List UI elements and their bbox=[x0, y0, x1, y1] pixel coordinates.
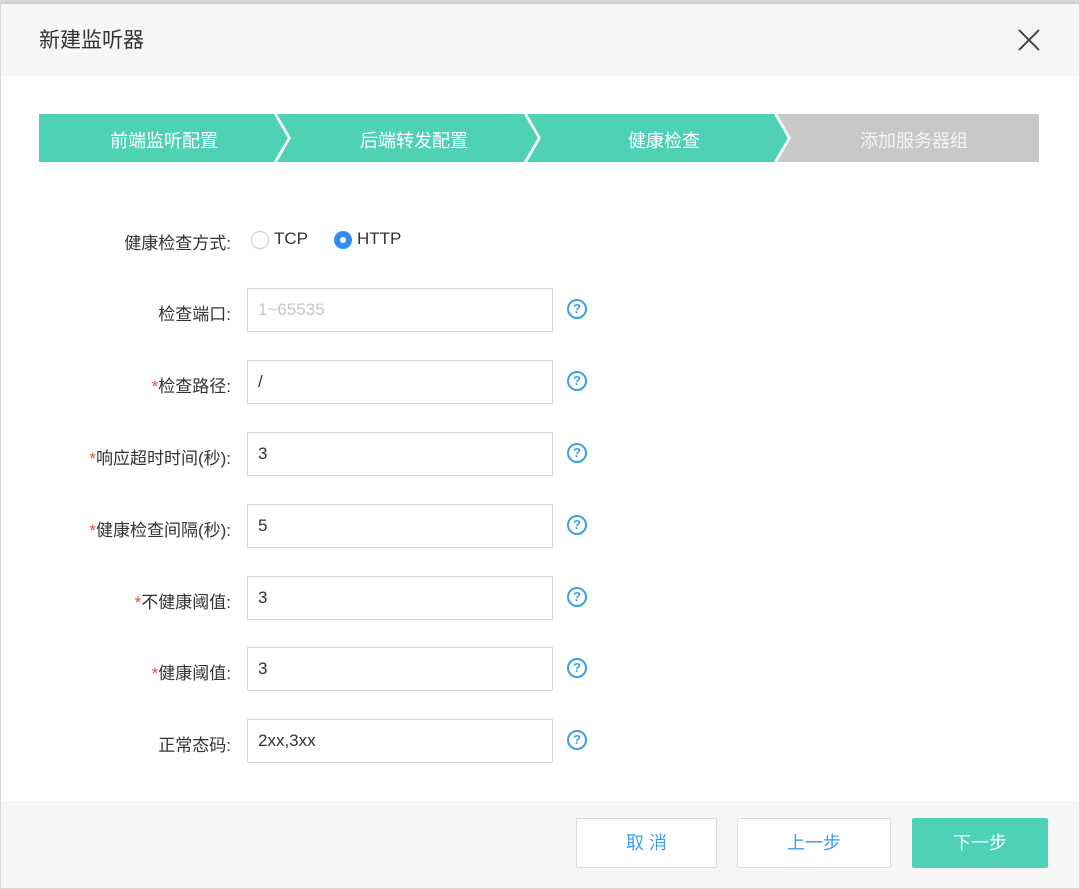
interval-input[interactable] bbox=[247, 504, 553, 548]
new-listener-dialog: 新建监听器 前端监听配置 后端转发配置 健康检查 添加服务器组 健康检查方式: … bbox=[0, 0, 1080, 889]
healthy-threshold-row: *健康阈值: ? bbox=[1, 647, 1079, 693]
status-code-input[interactable] bbox=[247, 719, 553, 763]
method-label: 健康检查方式: bbox=[124, 234, 231, 253]
interval-label: *健康检查间隔(秒): bbox=[89, 516, 231, 541]
radio-tcp[interactable] bbox=[251, 231, 269, 249]
help-icon[interactable]: ? bbox=[567, 658, 587, 678]
interval-row: *健康检查间隔(秒): ? bbox=[1, 504, 1079, 550]
help-icon[interactable]: ? bbox=[567, 515, 587, 535]
next-step-button[interactable]: 下一步 bbox=[912, 818, 1048, 868]
step-label-frontend: 前端监听配置 bbox=[110, 131, 218, 151]
dialog-title: 新建监听器 bbox=[39, 29, 144, 52]
dialog-header: 新建监听器 bbox=[1, 4, 1079, 76]
timeout-row: *响应超时时间(秒): ? bbox=[1, 432, 1079, 478]
check-path-label: *检查路径: bbox=[152, 372, 231, 397]
help-icon[interactable]: ? bbox=[567, 587, 587, 607]
check-port-input[interactable] bbox=[247, 288, 553, 332]
status-code-label: 正常态码: bbox=[158, 736, 231, 755]
healthy-threshold-label: *健康阈值: bbox=[152, 659, 231, 684]
close-icon[interactable] bbox=[1013, 24, 1045, 56]
step-label-backend: 后端转发配置 bbox=[360, 131, 468, 151]
timeout-label-text: 响应超时时间(秒): bbox=[95, 449, 231, 468]
previous-step-button[interactable]: 上一步 bbox=[737, 818, 891, 868]
radio-tcp-label[interactable]: TCP bbox=[274, 229, 308, 249]
health-check-method-row: 健康检查方式: TCP HTTP bbox=[1, 225, 1079, 255]
unhealthy-threshold-label: *不健康阈值: bbox=[135, 588, 231, 613]
timeout-label: *响应超时时间(秒): bbox=[89, 444, 231, 469]
step-progress-bar: 前端监听配置 后端转发配置 健康检查 添加服务器组 bbox=[39, 114, 1039, 162]
unhealthy-threshold-input[interactable] bbox=[247, 576, 553, 620]
timeout-input[interactable] bbox=[247, 432, 553, 476]
unhealthy-threshold-label-text: 不健康阈值: bbox=[141, 593, 231, 612]
help-icon[interactable]: ? bbox=[567, 443, 587, 463]
required-mark: * bbox=[89, 449, 96, 468]
unhealthy-threshold-row: *不健康阈值: ? bbox=[1, 576, 1079, 622]
required-mark: * bbox=[89, 521, 96, 540]
step-label-server-group: 添加服务器组 bbox=[860, 131, 968, 151]
help-icon[interactable]: ? bbox=[567, 371, 587, 391]
interval-label-text: 健康检查间隔(秒): bbox=[95, 521, 231, 540]
healthy-threshold-label-text: 健康阈值: bbox=[158, 664, 231, 683]
help-icon[interactable]: ? bbox=[567, 299, 587, 319]
radio-http[interactable] bbox=[334, 231, 352, 249]
healthy-threshold-input[interactable] bbox=[247, 647, 553, 691]
check-path-label-text: 检查路径: bbox=[158, 377, 231, 396]
dialog-footer: 取 消 上一步 下一步 bbox=[1, 801, 1079, 888]
check-path-row: *检查路径: ? bbox=[1, 360, 1079, 406]
check-path-input[interactable] bbox=[247, 360, 553, 404]
status-code-row: 正常态码: ? bbox=[1, 719, 1079, 765]
help-icon[interactable]: ? bbox=[567, 730, 587, 750]
radio-http-label[interactable]: HTTP bbox=[357, 229, 401, 249]
check-port-label: 检查端口: bbox=[158, 305, 231, 324]
step-label-health-check: 健康检查 bbox=[628, 131, 700, 151]
check-port-row: 检查端口: ? bbox=[1, 288, 1079, 334]
cancel-button[interactable]: 取 消 bbox=[576, 818, 717, 868]
